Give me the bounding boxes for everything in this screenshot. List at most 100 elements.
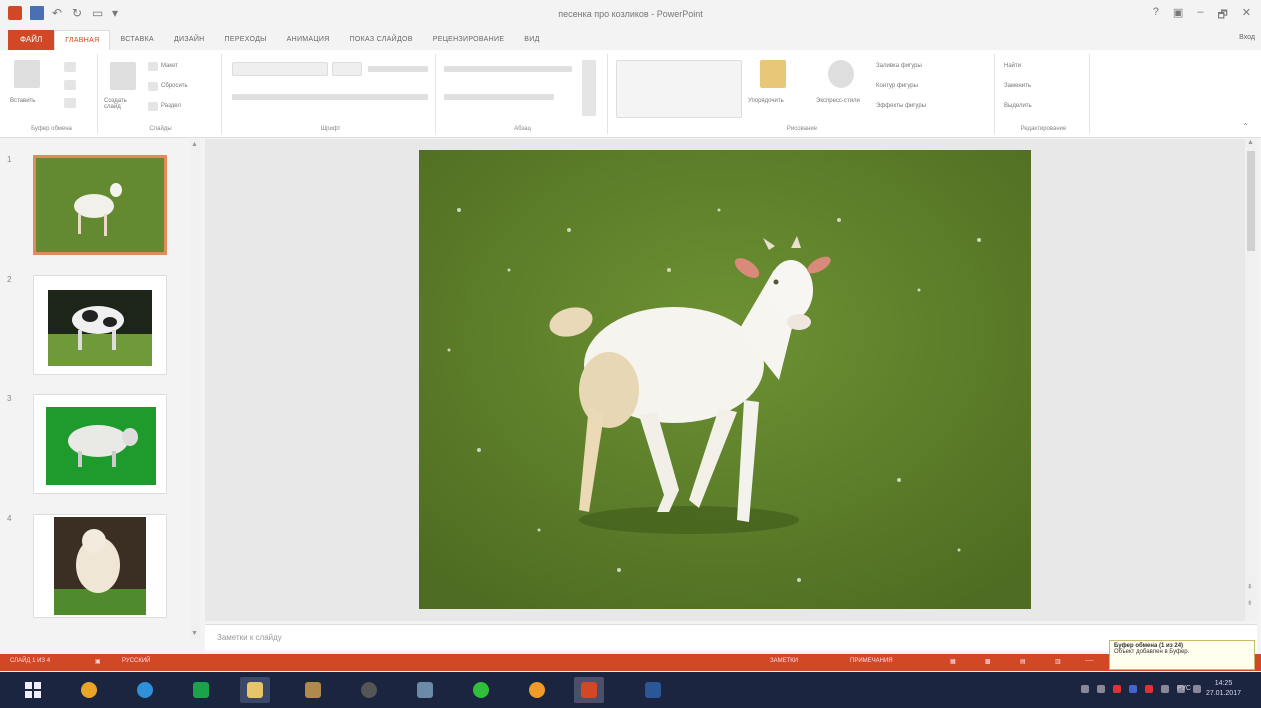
group-font: Шрифт xyxy=(226,54,436,134)
replace-button[interactable]: Заменить xyxy=(1004,83,1031,89)
find-button[interactable]: Найти xyxy=(1004,63,1021,69)
slideshow-view-icon[interactable]: ▥ xyxy=(1055,658,1061,665)
comments-toggle[interactable]: ПРИМЕЧАНИЯ xyxy=(850,658,893,664)
tray-icon[interactable] xyxy=(1097,685,1105,693)
slide-vertical-scrollbar[interactable]: ▲ ⇞ ⇟ xyxy=(1245,139,1257,621)
font-format-buttons[interactable] xyxy=(232,94,428,100)
group-paragraph: Абзац xyxy=(438,54,608,134)
next-slide-icon[interactable]: ⇟ xyxy=(1247,599,1253,607)
scroll-down-icon[interactable]: ▼ xyxy=(191,630,198,637)
group-label-slides: Слайды xyxy=(149,126,172,132)
tray-icon[interactable] xyxy=(1161,685,1169,693)
font-size-select[interactable] xyxy=(332,62,362,76)
group-label-editing: Редактирование xyxy=(1020,126,1067,132)
language-indicator[interactable]: РУССКИЙ xyxy=(122,658,150,664)
notes-toggle[interactable]: ЗАМЕТКИ xyxy=(770,658,798,664)
tab-review[interactable]: РЕЦЕНЗИРОВАНИЕ xyxy=(423,30,515,50)
list-buttons[interactable] xyxy=(444,66,572,72)
tab-file[interactable]: ФАЙЛ xyxy=(8,30,55,50)
section-button[interactable]: Раздел xyxy=(161,103,181,109)
tray-icon[interactable] xyxy=(1129,685,1137,693)
start-button[interactable] xyxy=(18,677,48,703)
taskbar-chrome[interactable] xyxy=(74,677,104,703)
arrange-icon[interactable] xyxy=(760,60,786,88)
clock-date: 27.01.2017 xyxy=(1205,690,1241,697)
tab-view[interactable]: ВИД xyxy=(514,30,549,50)
layout-button[interactable]: Макет xyxy=(161,63,178,69)
sign-in-link[interactable]: Вход xyxy=(1239,34,1255,41)
ribbon-display-options-icon[interactable]: ▣ xyxy=(1173,6,1183,25)
taskbar-word[interactable] xyxy=(638,677,668,703)
new-slide-button[interactable]: Создать слайд xyxy=(104,98,140,110)
volume-icon[interactable] xyxy=(1193,685,1201,693)
tray-icon[interactable] xyxy=(1113,685,1121,693)
app-icon xyxy=(473,682,489,698)
quick-styles-icon[interactable] xyxy=(828,60,854,88)
restore-icon[interactable]: 🗗 xyxy=(1217,6,1227,25)
notes-pane[interactable]: Заметки к слайду xyxy=(205,624,1257,651)
zoom-slider[interactable]: ── xyxy=(1085,658,1094,664)
file-explorer-icon xyxy=(247,682,263,698)
tab-home[interactable]: ГЛАВНАЯ xyxy=(54,30,111,50)
font-size-buttons[interactable] xyxy=(368,66,428,72)
paste-icon[interactable] xyxy=(14,60,40,88)
taskbar-ie[interactable] xyxy=(130,677,160,703)
clipboard-notification[interactable]: Буфер обмена (1 из 24) Объект добавлен в… xyxy=(1109,640,1255,670)
reset-icon xyxy=(148,82,158,91)
cut-icon[interactable] xyxy=(64,62,76,72)
tab-slideshow[interactable]: ПОКАЗ СЛАЙДОВ xyxy=(340,30,423,50)
taskbar-app6[interactable] xyxy=(354,677,384,703)
paste-button[interactable]: Вставить xyxy=(10,98,35,104)
taskbar-store[interactable] xyxy=(186,677,216,703)
slide-thumbnail-2[interactable] xyxy=(33,275,167,375)
quick-styles-button[interactable]: Экспресс-стили xyxy=(816,98,860,104)
slide-sorter-icon[interactable]: ▩ xyxy=(985,658,991,665)
taskbar-explorer[interactable] xyxy=(240,677,270,703)
reset-button[interactable]: Сбросить xyxy=(161,83,188,89)
scroll-up-icon[interactable]: ▲ xyxy=(1247,139,1254,146)
taskbar-app8[interactable] xyxy=(466,677,496,703)
tray-icon[interactable] xyxy=(1081,685,1089,693)
windows-logo-icon xyxy=(25,682,41,698)
shapes-gallery[interactable] xyxy=(616,60,742,118)
taskbar-app5[interactable] xyxy=(298,677,328,703)
scroll-up-icon[interactable]: ▲ xyxy=(191,141,198,148)
taskbar-app9[interactable] xyxy=(522,677,552,703)
thumbnail-scrollbar[interactable]: ▲ ▼ xyxy=(190,139,200,639)
input-language[interactable]: РУС xyxy=(1177,685,1191,692)
system-clock[interactable]: 14:25 27.01.2017 xyxy=(1206,679,1241,699)
tab-insert[interactable]: ВСТАВКА xyxy=(110,30,164,50)
font-name-select[interactable] xyxy=(232,62,328,76)
group-label-drawing: Рисование xyxy=(786,126,818,132)
slide-thumbnail-1[interactable] xyxy=(33,155,167,255)
prev-slide-icon[interactable]: ⇞ xyxy=(1247,583,1253,591)
reading-view-icon[interactable]: ▤ xyxy=(1020,658,1026,665)
normal-view-icon[interactable]: ▦ xyxy=(950,658,956,665)
minimize-icon[interactable]: – xyxy=(1197,6,1203,25)
new-slide-icon[interactable] xyxy=(110,62,136,90)
shape-outline-button[interactable]: Контур фигуры xyxy=(876,83,918,89)
collapse-ribbon-icon[interactable]: ⌃ xyxy=(1242,122,1249,131)
shape-fill-button[interactable]: Заливка фигуры xyxy=(876,63,922,69)
main-slide-canvas[interactable] xyxy=(419,150,1031,609)
slide-thumbnail-4[interactable] xyxy=(33,514,167,618)
text-direction-buttons[interactable] xyxy=(582,60,596,116)
help-icon[interactable]: ? xyxy=(1153,6,1159,25)
shape-effects-button[interactable]: Эффекты фигуры xyxy=(876,103,926,109)
tab-animations[interactable]: АНИМАЦИЯ xyxy=(277,30,340,50)
select-button[interactable]: Выделить xyxy=(1004,103,1032,109)
align-buttons[interactable] xyxy=(444,94,554,100)
taskbar-app7[interactable] xyxy=(410,677,440,703)
arrange-button[interactable]: Упорядочить xyxy=(748,98,784,104)
close-icon[interactable]: ✕ xyxy=(1242,6,1251,25)
cow-thumbnail-image xyxy=(48,290,152,366)
scrollbar-thumb[interactable] xyxy=(1247,151,1255,251)
tray-icon[interactable] xyxy=(1145,685,1153,693)
slide-thumbnail-3[interactable] xyxy=(33,394,167,494)
taskbar-powerpoint[interactable] xyxy=(574,677,604,703)
copy-icon[interactable] xyxy=(64,80,76,90)
tab-transitions[interactable]: ПЕРЕХОДЫ xyxy=(215,30,277,50)
spellcheck-icon[interactable]: ▣ xyxy=(95,658,101,665)
format-painter-icon[interactable] xyxy=(64,98,76,108)
tab-design[interactable]: ДИЗАЙН xyxy=(164,30,215,50)
